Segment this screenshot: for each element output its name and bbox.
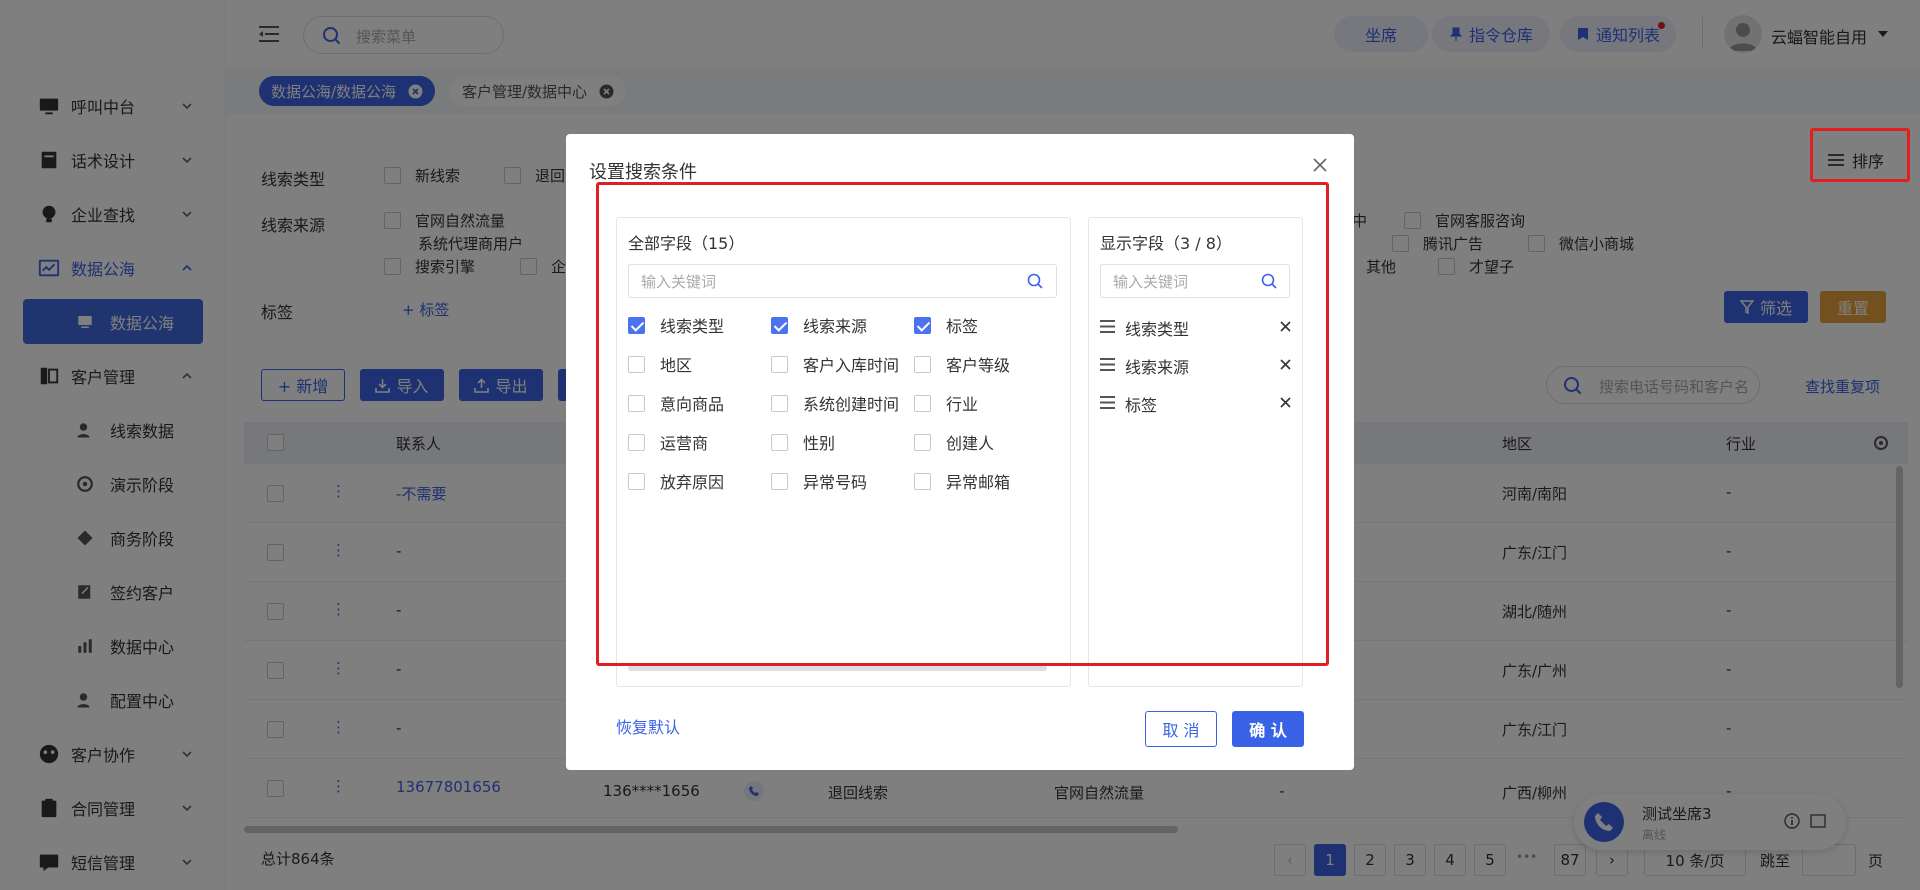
highlight-box-fields xyxy=(596,182,1329,666)
restore-default-link[interactable]: 恢复默认 xyxy=(616,714,680,738)
dialog-title: 设置搜索条件 xyxy=(589,162,697,183)
app-page: 呼叫中台 话术设计 企业查找 数据公海 数据公海 客户管理 xyxy=(0,0,1920,890)
highlight-box-sort xyxy=(1810,128,1910,182)
cancel-button[interactable]: 取 消 xyxy=(1145,711,1217,747)
close-icon[interactable] xyxy=(1312,157,1328,173)
cancel-label: 取 消 xyxy=(1162,721,1200,740)
confirm-button[interactable]: 确 认 xyxy=(1232,711,1304,747)
confirm-label: 确 认 xyxy=(1249,721,1287,740)
